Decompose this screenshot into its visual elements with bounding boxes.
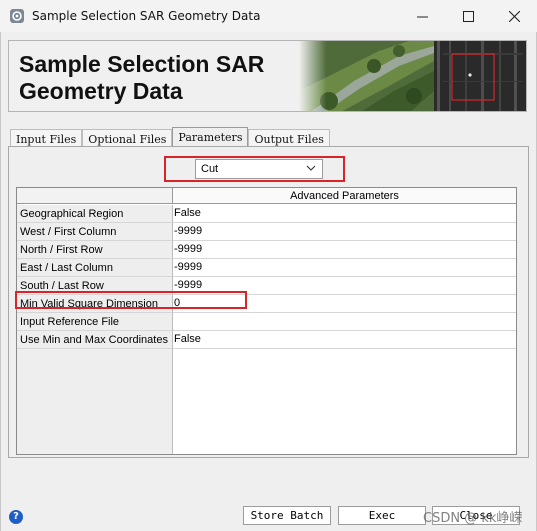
window-title: Sample Selection SAR Geometry Data: [32, 9, 261, 23]
dialog-body: Sample Selection SAR Geometry Data Input…: [0, 32, 537, 531]
maximize-icon: [462, 10, 474, 22]
store-batch-button[interactable]: Store Batch: [243, 506, 331, 525]
banner-title-line2: Geometry Data: [19, 78, 183, 104]
table-row-south-last-row[interactable]: South / Last Row -9999: [17, 277, 516, 295]
row-label: North / First Row: [17, 241, 173, 259]
tab-strip: Input Files Optional Files Parameters Ou…: [10, 127, 330, 147]
button-bar: ? Store Batch Exec Close CSDN @ kk峥嵘: [1, 502, 537, 531]
table-row-min-valid-square-dimension[interactable]: Min Valid Square Dimension 0: [17, 295, 516, 313]
banner-satellite-image: [299, 41, 526, 111]
chevron-down-icon: [306, 165, 316, 171]
tab-input-files[interactable]: Input Files: [10, 129, 83, 147]
table-row-geographical-region[interactable]: Geographical Region False: [17, 205, 516, 223]
app-icon: [10, 9, 24, 23]
tab-optional-files[interactable]: Optional Files: [82, 129, 173, 147]
row-label: Input Reference File: [17, 313, 173, 331]
banner-title-line1: Sample Selection SAR: [19, 51, 265, 77]
tab-parameters[interactable]: Parameters: [172, 127, 249, 147]
parameters-panel: Cut Advanced Parameters Geographical Reg…: [8, 146, 529, 458]
close-button[interactable]: Close: [432, 506, 520, 525]
row-label: West / First Column: [17, 223, 173, 241]
exec-button[interactable]: Exec: [338, 506, 426, 525]
label-column-filler: [17, 349, 173, 454]
row-label: South / Last Row: [17, 277, 173, 295]
row-label: Geographical Region: [17, 205, 173, 223]
table-row-west-first-column[interactable]: West / First Column -9999: [17, 223, 516, 241]
title-bar: Sample Selection SAR Geometry Data: [0, 0, 537, 32]
parameters-table: Advanced Parameters Geographical Region …: [16, 187, 517, 455]
minimize-icon: [416, 16, 428, 17]
close-icon: [508, 10, 520, 22]
header-banner: Sample Selection SAR Geometry Data: [8, 40, 527, 112]
banner-title: Sample Selection SAR Geometry Data: [19, 51, 264, 105]
row-label: East / Last Column: [17, 259, 173, 277]
table-header-advanced: Advanced Parameters: [173, 188, 516, 204]
row-label: Use Min and Max Coordinates: [17, 331, 173, 349]
row-label: Min Valid Square Dimension: [17, 295, 173, 313]
table-row-use-min-max-coordinates[interactable]: Use Min and Max Coordinates False: [17, 331, 516, 349]
table-row-north-first-row[interactable]: North / First Row -9999: [17, 241, 516, 259]
mode-select[interactable]: Cut: [195, 159, 323, 179]
row-value[interactable]: -9999: [173, 223, 516, 241]
row-value[interactable]: -9999: [173, 259, 516, 277]
row-value[interactable]: -9999: [173, 277, 516, 295]
row-value[interactable]: False: [173, 331, 516, 349]
mode-select-value: Cut: [201, 163, 219, 175]
help-icon[interactable]: ?: [9, 510, 23, 524]
table-row-east-last-column[interactable]: East / Last Column -9999: [17, 259, 516, 277]
table-row-input-reference-file[interactable]: Input Reference File: [17, 313, 516, 331]
table-header-blank: [17, 188, 173, 204]
row-value[interactable]: [173, 313, 516, 331]
minimize-button[interactable]: [399, 0, 445, 32]
row-value[interactable]: False: [173, 205, 516, 223]
maximize-button[interactable]: [445, 0, 491, 32]
row-value[interactable]: -9999: [173, 241, 516, 259]
row-value[interactable]: 0: [173, 295, 516, 313]
close-window-button[interactable]: [491, 0, 537, 32]
tab-output-files[interactable]: Output Files: [248, 129, 330, 147]
